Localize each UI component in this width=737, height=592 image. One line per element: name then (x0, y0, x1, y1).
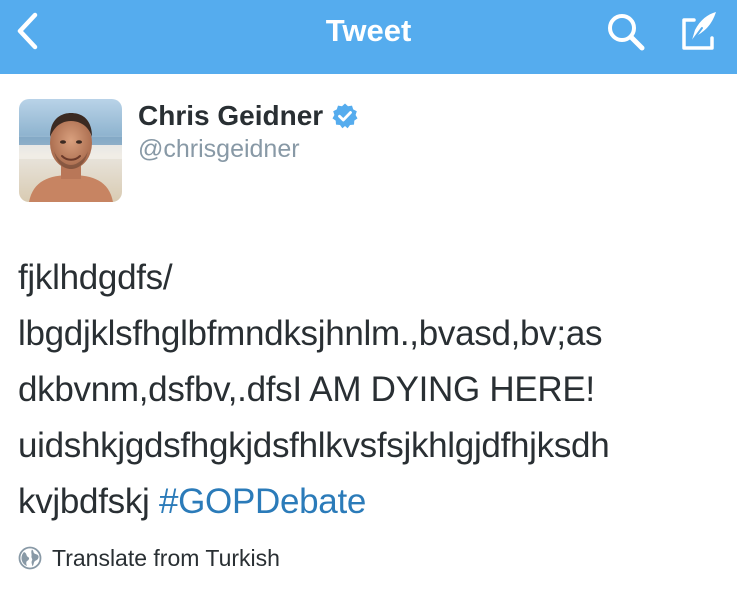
tweet-line: uidshkjgdsfhgkjdsfhlkvsfsjkhlgjdfhjksdh (18, 426, 610, 465)
tweet-line-last: kvjbdfskj #GOPDebate (18, 474, 728, 530)
compose-icon (682, 12, 716, 50)
search-button[interactable] (604, 10, 648, 54)
translate-button[interactable]: Translate from Turkish (18, 544, 280, 572)
tweet-line: lbgdjklsfhglbfmndksjhnlm.,bvasd,bv;as (18, 314, 603, 353)
author-name: Chris Geidner (138, 100, 324, 131)
search-icon (608, 14, 645, 51)
globe-icon (18, 546, 42, 570)
translate-label: Translate from Turkish (52, 545, 280, 571)
tweet-line: fjklhdgdfs/ (18, 258, 173, 297)
avatar-photo (19, 99, 122, 202)
compose-button[interactable] (676, 8, 724, 54)
tweet-detail-screen: Tweet Chris Geidner @chrisgeidner fjklhd… (0, 0, 737, 592)
tweet-line: dkbvnm,dsfbv,.dfsI AM DYING HERE! (18, 370, 595, 409)
tweet-text: fjklhdgdfs/ lbgdjklsfhglbfmndksjhnlm.,bv… (18, 250, 728, 530)
hashtag-link[interactable]: #GOPDebate (159, 482, 366, 521)
avatar[interactable] (19, 99, 122, 202)
verified-badge-icon (332, 103, 358, 129)
tweet-line-text: kvjbdfskj (18, 482, 159, 521)
author-name-row[interactable]: Chris Geidner (138, 99, 359, 133)
author-handle[interactable]: @chrisgeidner (138, 134, 300, 164)
navigation-bar: Tweet (0, 0, 737, 74)
